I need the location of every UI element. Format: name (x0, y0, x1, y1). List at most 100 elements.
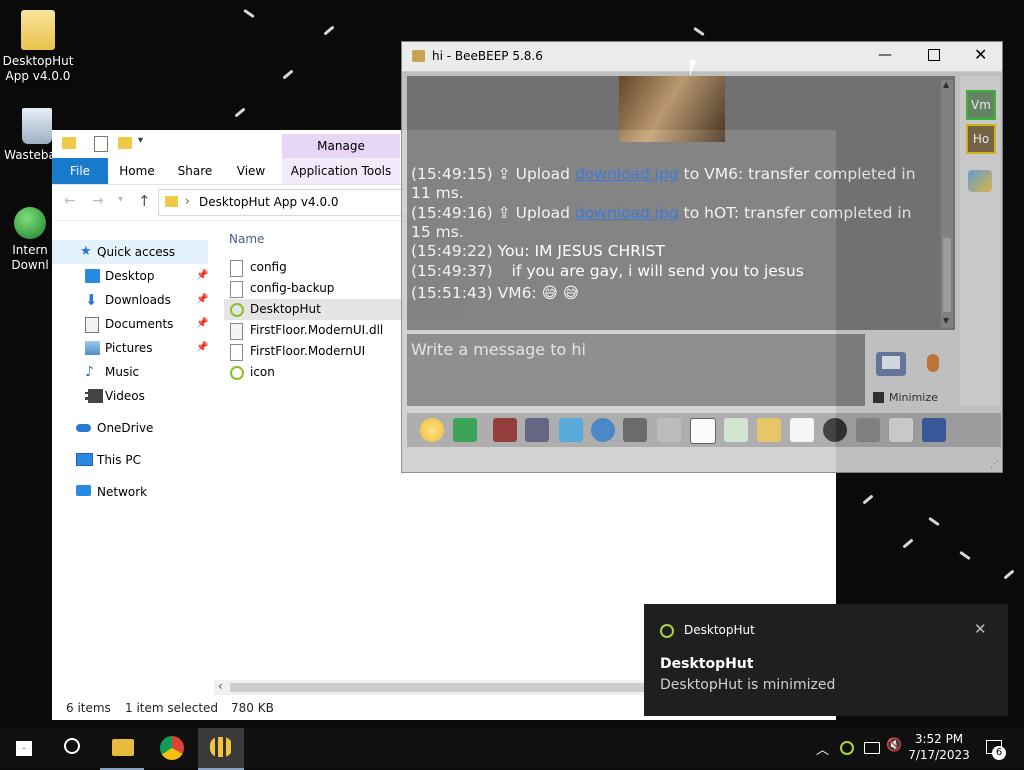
status-size: 780 KB (231, 701, 274, 715)
nav-label: This PC (97, 453, 141, 467)
nav-quick-access[interactable]: ★ Quick access (52, 240, 208, 264)
chat-message: (15:49:15) ⇪ Upload download.jpg to VM6:… (411, 165, 916, 184)
forward-arrow-icon[interactable]: → (92, 193, 104, 209)
properties-icon[interactable] (94, 136, 108, 152)
font-style-icon[interactable] (493, 418, 517, 442)
nav-desktop[interactable]: Desktop 📌 (52, 264, 208, 288)
chat-message-wrap: 15 ms. (411, 223, 464, 241)
nav-videos[interactable]: Videos (52, 384, 208, 408)
file-link[interactable]: download.jpg (575, 165, 679, 183)
scroll-left-arrow-icon[interactable]: ‹ (218, 679, 223, 693)
shared-image-thumbnail (619, 76, 725, 142)
print-icon[interactable] (922, 418, 946, 442)
taskbar-file-explorer[interactable] (100, 728, 144, 770)
desktop-icon-label: Wasteba (4, 148, 56, 162)
nav-pictures[interactable]: Pictures 📌 (52, 336, 208, 360)
desktop-icon-internet-download-manager[interactable]: Intern Downl (8, 207, 52, 273)
scroll-up-arrow-icon[interactable]: ▲ (943, 80, 949, 89)
file-link[interactable]: download.jpg (575, 204, 679, 222)
filter-icon[interactable] (559, 418, 583, 442)
recent-locations-chevron-icon[interactable]: ▾ (118, 194, 123, 205)
clock[interactable]: 3:52 PM 7/17/2023 (906, 731, 972, 763)
clear-icon[interactable] (856, 418, 880, 442)
app-icon[interactable] (840, 741, 854, 755)
action-center-button[interactable]: 6 (978, 728, 1018, 768)
folder-icon (165, 196, 178, 207)
scrollbar-thumb[interactable] (943, 238, 951, 312)
close-icon[interactable]: ✕ (974, 620, 987, 638)
nav-music[interactable]: ♪ Music (52, 360, 208, 384)
tab-share[interactable]: Share (172, 158, 218, 184)
show-hidden-icons-chevron-icon[interactable]: ︿ (816, 739, 829, 758)
pin-icon[interactable]: 📌 (196, 264, 208, 288)
settings-gear-icon[interactable] (591, 418, 615, 442)
save-icon[interactable] (889, 418, 913, 442)
nav-onedrive[interactable]: OneDrive (52, 416, 208, 440)
back-arrow-icon[interactable]: ← (64, 193, 76, 209)
scroll-down-arrow-icon[interactable]: ▼ (943, 316, 949, 325)
taskbar-beebeep[interactable] (198, 728, 244, 770)
taskbar: ︿ 🔇 3:52 PM 7/17/2023 6 (0, 728, 1024, 770)
nav-documents[interactable]: Documents 📌 (52, 312, 208, 336)
user-avatar-ho[interactable]: Ho (966, 124, 996, 154)
nav-this-pc[interactable]: This PC (52, 448, 208, 472)
taskbar-chrome[interactable] (150, 728, 194, 768)
screenshot-icon[interactable] (823, 418, 847, 442)
chat-scrollbar[interactable]: ▲ ▼ (941, 80, 953, 328)
desktop-icon-desktophut[interactable]: DesktopHut App v4.0.0 (0, 10, 76, 84)
tab-view[interactable]: View (228, 158, 274, 184)
toast-notification[interactable]: DesktopHut ✕ DesktopHut DesktopHut is mi… (644, 604, 1008, 716)
column-header-name[interactable]: Name (229, 232, 264, 246)
voice-message-button[interactable] (922, 352, 944, 380)
search-button[interactable] (48, 728, 96, 768)
status-selected: 1 item selected (125, 701, 219, 715)
copy-icon[interactable] (724, 418, 748, 442)
nav-downloads[interactable]: ⬇ Downloads 📌 (52, 288, 208, 312)
globe-download-icon (14, 207, 46, 239)
send-button[interactable] (876, 352, 906, 376)
folder-icon[interactable] (62, 137, 76, 149)
upload-icon: ⇪ (497, 204, 511, 222)
tab-application-tools[interactable]: Application Tools (282, 158, 400, 184)
pin-icon[interactable]: 📌 (196, 288, 208, 312)
folder-icon (21, 10, 55, 50)
new-folder-icon[interactable] (118, 137, 132, 149)
open-folder-icon[interactable] (757, 418, 781, 442)
app-icon (660, 624, 674, 638)
network-icon[interactable] (864, 742, 880, 754)
minimize-window-icon[interactable]: — (878, 47, 892, 63)
minimize-checkbox[interactable] (873, 392, 884, 403)
send-file-icon[interactable] (453, 418, 477, 442)
start-button[interactable] (0, 728, 48, 768)
message-time: (15:49:37) (411, 262, 493, 280)
pin-icon[interactable]: 📌 (196, 312, 208, 336)
user-avatar-vm[interactable]: Vm (966, 90, 996, 120)
chat-message-wrap: 11 ms. (411, 184, 464, 202)
music-note-icon[interactable] (690, 418, 716, 444)
code-icon[interactable] (790, 418, 814, 442)
word-complete-icon[interactable] (657, 418, 681, 442)
spellcheck-icon[interactable] (623, 418, 647, 442)
emoticons-icon[interactable] (420, 418, 444, 442)
font-color-icon[interactable] (525, 418, 549, 442)
group-chat-icon[interactable] (968, 170, 992, 192)
resize-grip-icon[interactable]: ⋰ (990, 460, 999, 470)
ribbon-contextual-tab-manage[interactable]: Manage (282, 134, 400, 158)
up-arrow-icon[interactable]: ↑ (138, 192, 151, 210)
pin-icon[interactable]: 📌 (196, 336, 208, 360)
tab-file[interactable]: File (52, 158, 108, 184)
message-input[interactable]: Write a message to hi (407, 334, 865, 406)
minimize-checkbox-row[interactable]: Minimize (873, 390, 953, 406)
maximize-window-icon[interactable] (928, 49, 940, 61)
scrollbar-thumb[interactable] (230, 683, 650, 692)
nav-label: OneDrive (97, 421, 154, 435)
desktop-icon (85, 269, 100, 283)
nav-network[interactable]: Network (52, 480, 208, 504)
tab-home[interactable]: Home (114, 158, 160, 184)
message-input-placeholder: Write a message to hi (411, 340, 586, 359)
close-window-icon[interactable]: ✕ (974, 45, 987, 64)
desktop-icon-recycle-bin[interactable]: Wasteba (0, 108, 60, 163)
volume-muted-icon[interactable]: 🔇 (886, 738, 902, 753)
chevron-down-icon[interactable]: ▾ (138, 135, 143, 146)
app-icon (230, 303, 244, 317)
